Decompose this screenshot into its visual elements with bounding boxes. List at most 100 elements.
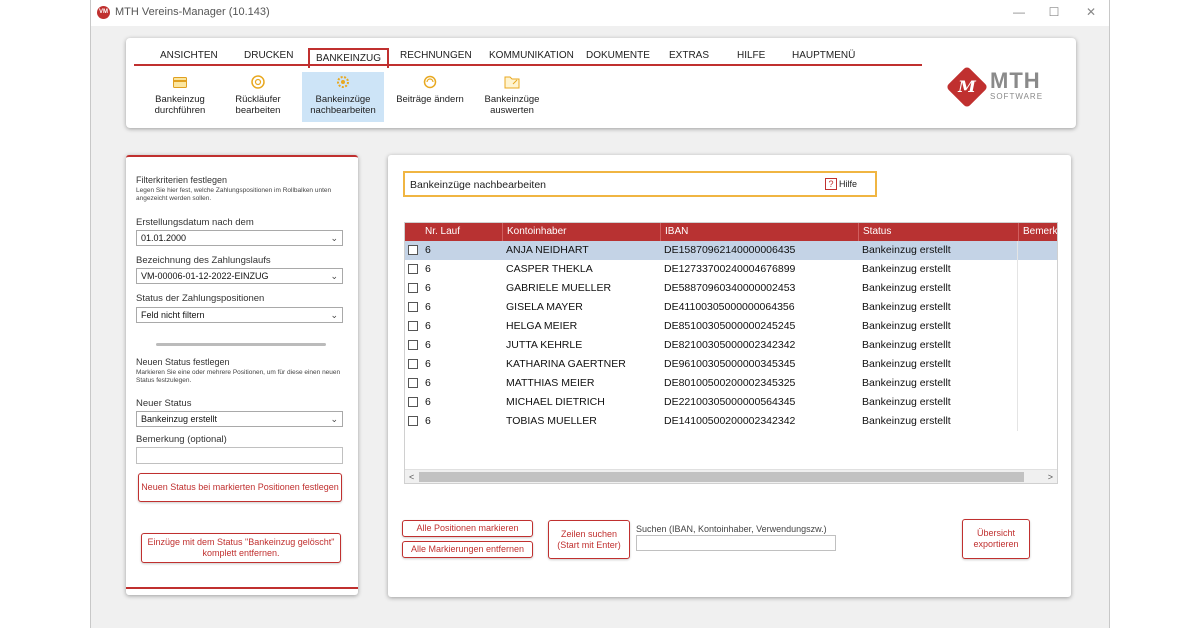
cell-iban: DE96100305000000345345 bbox=[664, 358, 796, 370]
cell-status: Bankeinzug erstellt bbox=[862, 301, 951, 313]
ribbon-button-label: Bankeinzüge bbox=[315, 94, 371, 105]
cell-inhaber: ANJA NEIDHART bbox=[506, 244, 589, 256]
cell-iban: DE82100305000002342342 bbox=[664, 339, 796, 351]
help-link[interactable]: ? Hilfe bbox=[825, 178, 857, 190]
cell-inhaber: CASPER THEKLA bbox=[506, 263, 593, 275]
tab-hilfe[interactable]: HILFE bbox=[737, 46, 765, 66]
table-row[interactable]: 6 TOBIAS MUELLER DE14100500200002342342 Ban… bbox=[405, 412, 1057, 431]
tab-dokumente[interactable]: DOKUMENTE bbox=[586, 46, 650, 66]
column-separator bbox=[1017, 260, 1018, 279]
maximize-button[interactable]: ☐ bbox=[1044, 4, 1064, 20]
tab-ansichten[interactable]: ANSICHTEN bbox=[160, 46, 218, 66]
column-separator bbox=[1017, 393, 1018, 412]
tab-hauptmenue[interactable]: HAUPTMENÜ bbox=[792, 46, 855, 66]
help-icon: ? bbox=[825, 178, 837, 190]
cell-lauf: 6 bbox=[425, 282, 431, 294]
column-header-inhaber[interactable]: Kontoinhaber bbox=[502, 223, 567, 241]
page-header: Bankeinzüge nachbearbeiten ? Hilfe bbox=[403, 171, 877, 197]
cell-iban: DE22100305000000564345 bbox=[664, 396, 796, 408]
scroll-right-icon[interactable]: > bbox=[1048, 470, 1053, 483]
date-label: Erstellungsdatum nach dem bbox=[136, 217, 254, 228]
chevron-down-icon: ⌄ bbox=[330, 310, 338, 320]
table-row[interactable]: 6 GISELA MAYER DE41100305000000064356 Banke… bbox=[405, 298, 1057, 317]
bankeinzug-durchfuehren-button[interactable]: Bankeinzug durchführen bbox=[146, 72, 214, 122]
new-status-description: Markieren Sie eine oder mehrere Position… bbox=[136, 369, 341, 384]
run-select[interactable]: VM-00006-01-12-2022-EINZUG ⌄ bbox=[136, 268, 343, 284]
new-status-label: Neuer Status bbox=[136, 398, 192, 409]
table-row[interactable]: 6 JUTTA KEHRLE DE82100305000002342342 Banke… bbox=[405, 336, 1057, 355]
column-header-iban[interactable]: IBAN bbox=[660, 223, 688, 241]
app-window: VM MTH Vereins-Manager (10.143) — ☐ ✕ AN… bbox=[90, 0, 1110, 628]
column-header-lauf[interactable]: Nr. Lauf bbox=[425, 223, 460, 241]
search-input[interactable] bbox=[636, 535, 836, 551]
date-select[interactable]: 01.01.2000 ⌄ bbox=[136, 230, 343, 246]
new-status-heading: Neuen Status festlegen bbox=[136, 357, 230, 367]
status-filter-select[interactable]: Feld nicht filtern ⌄ bbox=[136, 307, 343, 323]
unmark-all-button[interactable]: Alle Markierungen entfernen bbox=[402, 541, 533, 558]
tab-extras[interactable]: EXTRAS bbox=[669, 46, 709, 66]
table-row[interactable]: 6 MATTHIAS MEIER DE80100500200002345325 Ban… bbox=[405, 374, 1057, 393]
title-bar: VM MTH Vereins-Manager (10.143) — ☐ ✕ bbox=[91, 0, 1109, 26]
row-checkbox[interactable] bbox=[408, 302, 418, 312]
run-value: VM-00006-01-12-2022-EINZUG bbox=[141, 271, 269, 281]
row-checkbox[interactable] bbox=[408, 264, 418, 274]
tab-kommunikation[interactable]: KOMMUNIKATION bbox=[489, 46, 574, 66]
window-title: MTH Vereins-Manager (10.143) bbox=[115, 6, 270, 18]
scrollbar-thumb[interactable] bbox=[419, 472, 1024, 482]
ribbon-button-label: Bankeinzüge bbox=[484, 94, 540, 105]
tab-rechnungen[interactable]: RECHNUNGEN bbox=[400, 46, 472, 66]
minimize-button[interactable]: — bbox=[1009, 4, 1029, 20]
chevron-down-icon: ⌄ bbox=[330, 414, 338, 424]
row-checkbox[interactable] bbox=[408, 340, 418, 350]
cell-lauf: 6 bbox=[425, 358, 431, 370]
column-separator bbox=[1017, 279, 1018, 298]
horizontal-scrollbar[interactable]: < > bbox=[405, 469, 1057, 483]
column-header-status[interactable]: Status bbox=[858, 223, 891, 241]
table-row[interactable]: 6 GABRIELE MUELLER DE58870960340000002453 B… bbox=[405, 279, 1057, 298]
table-row[interactable]: 6 KATHARINA GAERTNER DE9610030500000034534… bbox=[405, 355, 1057, 374]
date-value: 01.01.2000 bbox=[141, 233, 187, 243]
table-row[interactable]: 6 ANJA NEIDHART DE15870962140000006435 Bank… bbox=[405, 241, 1057, 260]
run-label: Bezeichnung des Zahlungslaufs bbox=[136, 255, 271, 266]
row-checkbox[interactable] bbox=[408, 397, 418, 407]
column-header-bemerkung[interactable]: Bemerkung bbox=[1018, 223, 1057, 241]
column-separator bbox=[1017, 317, 1018, 336]
row-checkbox[interactable] bbox=[408, 378, 418, 388]
search-rows-button[interactable]: Zeilen suchen (Start mit Enter) bbox=[548, 520, 630, 559]
row-checkbox[interactable] bbox=[408, 245, 418, 255]
new-status-select[interactable]: Bankeinzug erstellt ⌄ bbox=[136, 411, 343, 427]
scroll-left-icon[interactable]: < bbox=[409, 470, 414, 483]
ruecklaeufer-bearbeiten-button[interactable]: Rückläufer bearbeiten bbox=[226, 72, 290, 122]
comment-label: Bemerkung (optional) bbox=[136, 434, 227, 445]
comment-input[interactable] bbox=[136, 447, 343, 464]
panel-bottom-line bbox=[126, 587, 358, 589]
apply-status-button[interactable]: Neuen Status bei markierten Positionen f… bbox=[138, 473, 342, 502]
row-checkbox[interactable] bbox=[408, 359, 418, 369]
cell-iban: DE12733700240004676899 bbox=[664, 263, 796, 275]
ribbon: ANSICHTEN DRUCKEN BANKEINZUG RECHNUNGEN … bbox=[126, 38, 1076, 128]
bankeinzuege-auswerten-button[interactable]: Bankeinzüge auswerten bbox=[476, 72, 548, 122]
cell-status: Bankeinzug erstellt bbox=[862, 320, 951, 332]
tab-drucken[interactable]: DRUCKEN bbox=[244, 46, 293, 66]
export-button[interactable]: Übersicht exportieren bbox=[962, 519, 1030, 559]
remove-deleted-button[interactable]: Einzüge mit dem Status "Bankeinzug gelös… bbox=[141, 533, 341, 563]
bankeinzuege-nachbearbeiten-button[interactable]: Bankeinzüge nachbearbeiten bbox=[302, 72, 384, 122]
beitraege-aendern-button[interactable]: Beiträge ändern bbox=[388, 72, 472, 122]
mark-all-button[interactable]: Alle Positionen markieren bbox=[402, 520, 533, 537]
table-row[interactable]: 6 CASPER THEKLA DE12733700240004676899 Bank… bbox=[405, 260, 1057, 279]
cell-lauf: 6 bbox=[425, 320, 431, 332]
cell-lauf: 6 bbox=[425, 263, 431, 275]
table-row[interactable]: 6 MICHAEL DIETRICH DE22100305000000564345 B… bbox=[405, 393, 1057, 412]
row-checkbox[interactable] bbox=[408, 416, 418, 426]
status-filter-value: Feld nicht filtern bbox=[141, 310, 205, 320]
ribbon-button-label: bearbeiten bbox=[235, 105, 281, 116]
row-checkbox[interactable] bbox=[408, 321, 418, 331]
card-icon bbox=[172, 74, 188, 90]
column-separator bbox=[1017, 412, 1018, 431]
cell-iban: DE58870960340000002453 bbox=[664, 282, 796, 294]
circle-arrow-icon bbox=[250, 74, 266, 90]
close-button[interactable]: ✕ bbox=[1081, 4, 1101, 20]
row-checkbox[interactable] bbox=[408, 283, 418, 293]
main-panel: Bankeinzüge nachbearbeiten ? Hilfe Nr. La… bbox=[388, 155, 1071, 597]
table-row[interactable]: 6 HELGA MEIER DE85100305000000245245 Bankei… bbox=[405, 317, 1057, 336]
